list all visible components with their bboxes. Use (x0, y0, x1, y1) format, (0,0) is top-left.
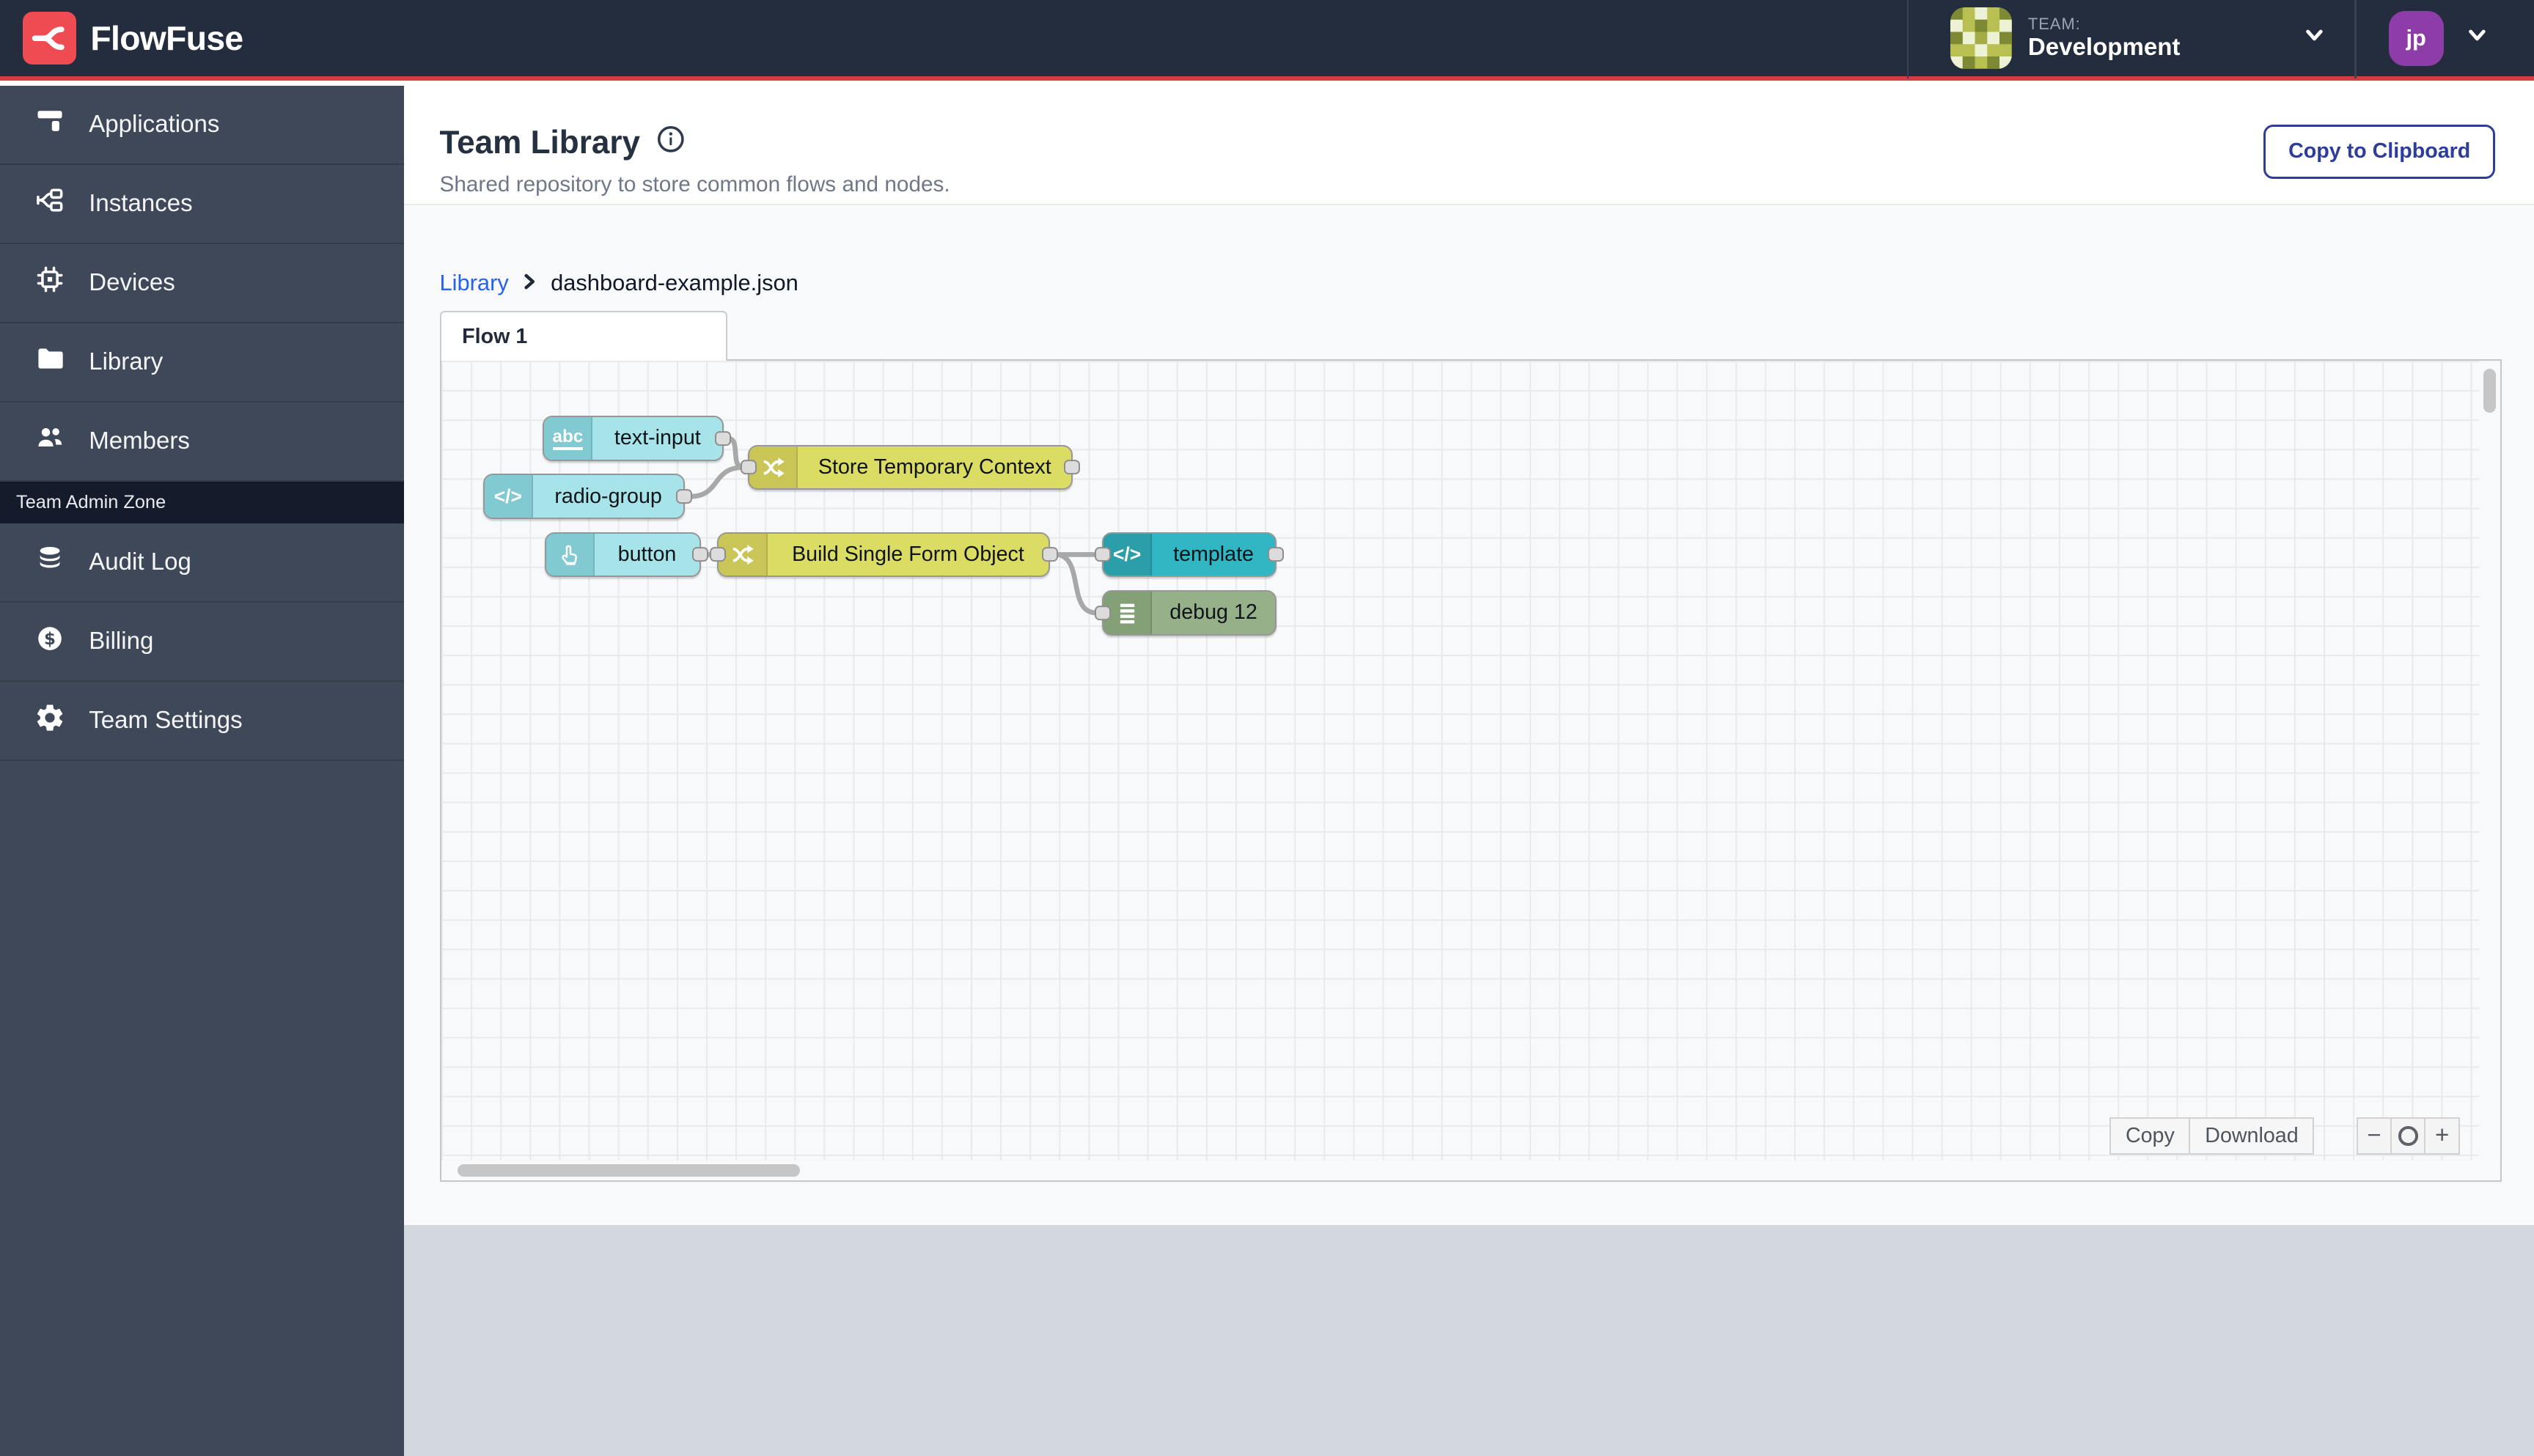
output-port[interactable] (1041, 547, 1058, 562)
chevron-right-icon (521, 270, 537, 296)
folder-icon (34, 342, 66, 381)
breadcrumb-current-file: dashboard-example.json (551, 270, 798, 296)
team-admin-zone-header: Team Admin Zone (0, 481, 405, 524)
output-port[interactable] (676, 489, 693, 504)
gear-icon (34, 702, 66, 740)
sidebar: Applications Instances Devices Library M… (0, 85, 405, 1456)
input-port[interactable] (1094, 547, 1111, 562)
sidebar-item-library[interactable]: Library (0, 323, 405, 402)
team-avatar (1950, 7, 2012, 69)
user-avatar: jp (2388, 10, 2444, 66)
sidebar-item-label: Library (89, 348, 164, 375)
chevron-down-icon (2466, 23, 2489, 53)
wire[interactable] (1052, 552, 1098, 616)
horizontal-scrollbar-track (441, 1161, 2480, 1180)
devices-icon (34, 263, 66, 302)
sidebar-item-label: Audit Log (89, 548, 191, 576)
template-code-icon: </> (1103, 533, 1153, 576)
flow-node-radio-group[interactable]: </> radio-group (482, 474, 693, 519)
hand-pointer-icon (546, 533, 595, 576)
sidebar-item-applications[interactable]: Applications (0, 86, 405, 165)
flow-node-template[interactable]: </> template (1094, 532, 1285, 578)
zoom-in-button[interactable]: + (2424, 1117, 2460, 1155)
canvas-actions: Copy Download (2109, 1117, 2315, 1155)
input-port[interactable] (1094, 605, 1111, 620)
main-content: Team Library Shared repository to store … (404, 85, 2534, 1456)
instances-icon (34, 184, 66, 223)
flow-tab-label: Flow 1 (462, 324, 528, 348)
sidebar-item-label: Instances (89, 189, 193, 217)
sidebar-item-label: Devices (89, 268, 175, 296)
output-port[interactable] (1064, 460, 1081, 475)
sidebar-item-team-settings[interactable]: Team Settings (0, 682, 405, 762)
input-port[interactable] (710, 547, 727, 562)
change-node-icon (749, 446, 798, 489)
user-menu[interactable]: jp (2357, 0, 2512, 76)
team-selector[interactable]: TEAM: Development (1909, 0, 2355, 76)
page-title: Team Library (439, 124, 641, 161)
output-port[interactable] (715, 430, 732, 446)
dollar-circle-icon: $ (34, 622, 66, 661)
sidebar-item-label: Members (89, 427, 190, 455)
change-node-icon (719, 533, 768, 576)
input-port[interactable] (741, 460, 757, 475)
svg-text:$: $ (44, 629, 56, 648)
flow-node-text-input[interactable]: abc text-input (543, 415, 732, 461)
breadcrumb-library-link[interactable]: Library (440, 270, 509, 296)
zoom-reset-button[interactable] (2390, 1117, 2426, 1155)
output-port[interactable] (1268, 547, 1285, 562)
sidebar-item-label: Team Settings (89, 707, 243, 735)
team-name: Development (2027, 33, 2181, 61)
sidebar-item-label: Applications (89, 110, 220, 138)
zoom-out-button[interactable]: − (2356, 1117, 2392, 1155)
database-icon (34, 543, 66, 582)
chevron-down-icon (2303, 23, 2326, 53)
page-header: Team Library Shared repository to store … (404, 85, 2534, 205)
sidebar-item-billing[interactable]: $ Billing (0, 603, 405, 683)
download-flow-button[interactable]: Download (2189, 1117, 2315, 1155)
sidebar-item-label: Billing (89, 628, 154, 655)
vertical-scrollbar[interactable] (2483, 369, 2497, 413)
text-input-abc-icon: abc (544, 416, 593, 460)
horizontal-scrollbar[interactable] (457, 1163, 800, 1177)
sidebar-item-members[interactable]: Members (0, 402, 405, 482)
team-label: TEAM: (2027, 15, 2081, 34)
flow-node-button[interactable]: button (544, 532, 709, 578)
flowfuse-logo-icon (22, 11, 76, 65)
flow-node-store-temporary-context[interactable]: Store Temporary Context (741, 444, 1081, 490)
brand-name: FlowFuse (90, 19, 243, 58)
radio-group-code-icon: </> (484, 475, 533, 518)
page-subtitle: Shared repository to store common flows … (439, 172, 950, 197)
info-icon[interactable] (656, 125, 686, 161)
zoom-controls: − + (2356, 1117, 2460, 1155)
wire[interactable] (687, 465, 746, 499)
zoom-reset-icon (2398, 1126, 2418, 1146)
breadcrumb: Library dashboard-example.json (440, 270, 2534, 296)
members-icon (34, 422, 66, 460)
top-header: FlowFuse TEAM: Development jp (0, 0, 2534, 81)
debug-list-icon (1103, 591, 1153, 634)
flowfuse-logo[interactable]: FlowFuse (22, 11, 243, 65)
vertical-scrollbar-track (2479, 361, 2500, 1161)
copy-to-clipboard-button[interactable]: Copy to Clipboard (2263, 124, 2496, 179)
flow-node-build-single-form-object[interactable]: Build Single Form Object (710, 532, 1058, 578)
sidebar-item-instances[interactable]: Instances (0, 165, 405, 244)
flow-node-debug-12[interactable]: debug 12 (1094, 589, 1277, 636)
flow-canvas[interactable]: abc text-input </> radio-group Store Tem… (439, 359, 2502, 1182)
output-port[interactable] (692, 547, 709, 562)
footer-background (404, 1224, 2534, 1456)
applications-icon (34, 105, 66, 144)
sidebar-item-audit-log[interactable]: Audit Log (0, 523, 405, 603)
flow-tab[interactable]: Flow 1 (439, 310, 727, 361)
sidebar-item-devices[interactable]: Devices (0, 244, 405, 323)
copy-flow-button[interactable]: Copy (2109, 1117, 2191, 1155)
